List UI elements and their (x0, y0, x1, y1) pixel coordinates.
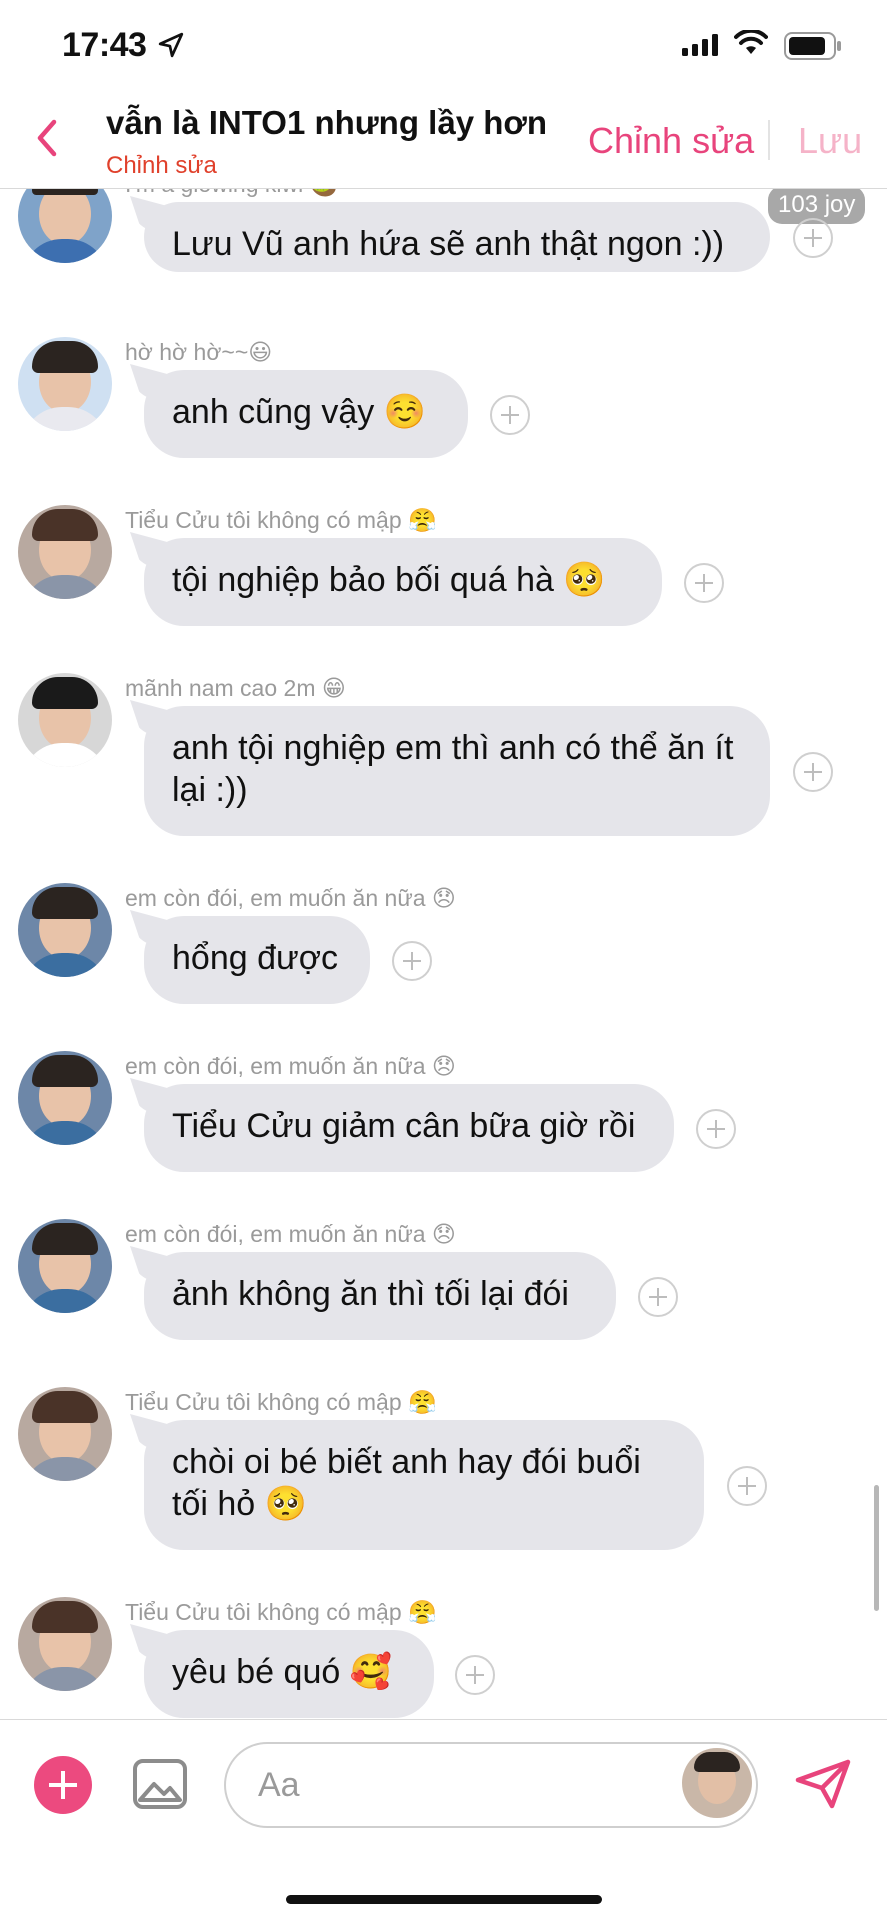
sender-name: em còn đói, em muốn ăn nữa 😞 (125, 1221, 456, 1247)
status-time: 17:43 (62, 26, 147, 64)
add-reaction-icon[interactable] (727, 1466, 767, 1506)
image-icon[interactable] (132, 1758, 188, 1810)
message-text: ảnh không ăn thì tối lại đói (172, 1275, 569, 1313)
sender-name: Tiểu Cửu tôi không có mập 😤 (125, 1599, 437, 1625)
edit-button[interactable]: Chỉnh sửa (588, 120, 754, 162)
message-list[interactable]: I'm a glowing kiwi 🥝 Lưu Vũ anh hứa sẽ a… (0, 189, 887, 1719)
message-text: tội nghiệp bảo bối quá hà 🥺 (172, 561, 606, 599)
add-reaction-icon[interactable] (638, 1277, 678, 1317)
header-divider (768, 120, 770, 160)
back-chevron-icon[interactable] (32, 116, 62, 160)
home-indicator[interactable] (286, 1895, 602, 1904)
chat-header: vẫn là INTO1 nhưng lầy hơn Chỉnh sửa Chỉ… (0, 96, 887, 189)
add-reaction-icon[interactable] (392, 941, 432, 981)
message-text: chòi oi bé biết anh hay đói buổi tối hỏ … (172, 1443, 641, 1523)
chat-title: vẫn là INTO1 nhưng lầy hơn (106, 104, 547, 141)
sender-name: I'm a glowing kiwi 🥝 (125, 189, 338, 198)
message-text: anh tội nghiệp em thì anh có thể ăn ít l… (172, 729, 734, 809)
message-text: Lưu Vũ anh hứa sẽ anh thật ngon :)) (172, 225, 725, 263)
add-reaction-icon[interactable] (793, 752, 833, 792)
message-text: hổng được (172, 939, 339, 977)
battery-icon (784, 32, 841, 60)
message-bubble[interactable]: Tiểu Cửu giảm cân bữa giờ rồi (130, 1078, 674, 1172)
send-icon[interactable] (794, 1758, 852, 1810)
signal-icon (682, 34, 718, 56)
message-input[interactable]: Aa (224, 1742, 758, 1828)
location-arrow-icon (158, 32, 184, 58)
message-text: Tiểu Cửu giảm cân bữa giờ rồi (172, 1107, 636, 1145)
sender-name: em còn đói, em muốn ăn nữa 😞 (125, 1053, 456, 1079)
avatar[interactable] (18, 337, 112, 431)
avatar[interactable] (18, 883, 112, 977)
avatar[interactable] (18, 505, 112, 599)
message-bubble[interactable]: yêu bé quó 🥰 (130, 1624, 434, 1718)
message-bubble[interactable]: anh tội nghiệp em thì anh có thể ăn ít l… (130, 700, 770, 836)
status-bar: 17:43 (0, 0, 887, 96)
avatar[interactable] (18, 1051, 112, 1145)
message-text: anh cũng vậy ☺️ (172, 393, 427, 431)
sender-name: Tiểu Cửu tôi không có mập 😤 (125, 1389, 437, 1415)
message-bubble[interactable]: hổng được (130, 910, 370, 1004)
message-composer: Aa (0, 1719, 887, 1921)
sender-name: mãnh nam cao 2m 😁 (125, 675, 346, 701)
avatar[interactable] (18, 1597, 112, 1691)
add-attachment-button[interactable] (34, 1756, 92, 1814)
scrollbar[interactable] (874, 1485, 879, 1611)
message-bubble[interactable]: ảnh không ăn thì tối lại đói (130, 1246, 616, 1340)
add-reaction-icon[interactable] (696, 1109, 736, 1149)
message-bubble[interactable]: Lưu Vũ anh hứa sẽ anh thật ngon :)) (130, 196, 770, 272)
message-bubble[interactable]: tội nghiệp bảo bối quá hà 🥺 (130, 532, 662, 626)
message-bubble[interactable]: anh cũng vậy ☺️ (130, 364, 468, 458)
add-reaction-icon[interactable] (490, 395, 530, 435)
avatar[interactable] (18, 1387, 112, 1481)
add-reaction-icon[interactable] (455, 1655, 495, 1695)
message-bubble[interactable]: chòi oi bé biết anh hay đói buổi tối hỏ … (130, 1414, 704, 1550)
add-reaction-icon[interactable] (684, 563, 724, 603)
sticker-button[interactable] (682, 1748, 752, 1818)
message-text: yêu bé quó 🥰 (172, 1653, 393, 1691)
chat-subtitle-edit[interactable]: Chỉnh sửa (106, 152, 217, 180)
sender-name: hờ hờ hờ~~😃 (125, 339, 273, 365)
sender-name: Tiểu Cửu tôi không có mập 😤 (125, 507, 437, 533)
add-reaction-icon[interactable] (793, 218, 833, 258)
avatar[interactable] (18, 1219, 112, 1313)
save-button[interactable]: Lưu (798, 120, 862, 162)
avatar[interactable] (18, 189, 112, 263)
avatar[interactable] (18, 673, 112, 767)
sender-name: em còn đói, em muốn ăn nữa 😞 (125, 885, 456, 911)
wifi-icon (734, 30, 768, 54)
